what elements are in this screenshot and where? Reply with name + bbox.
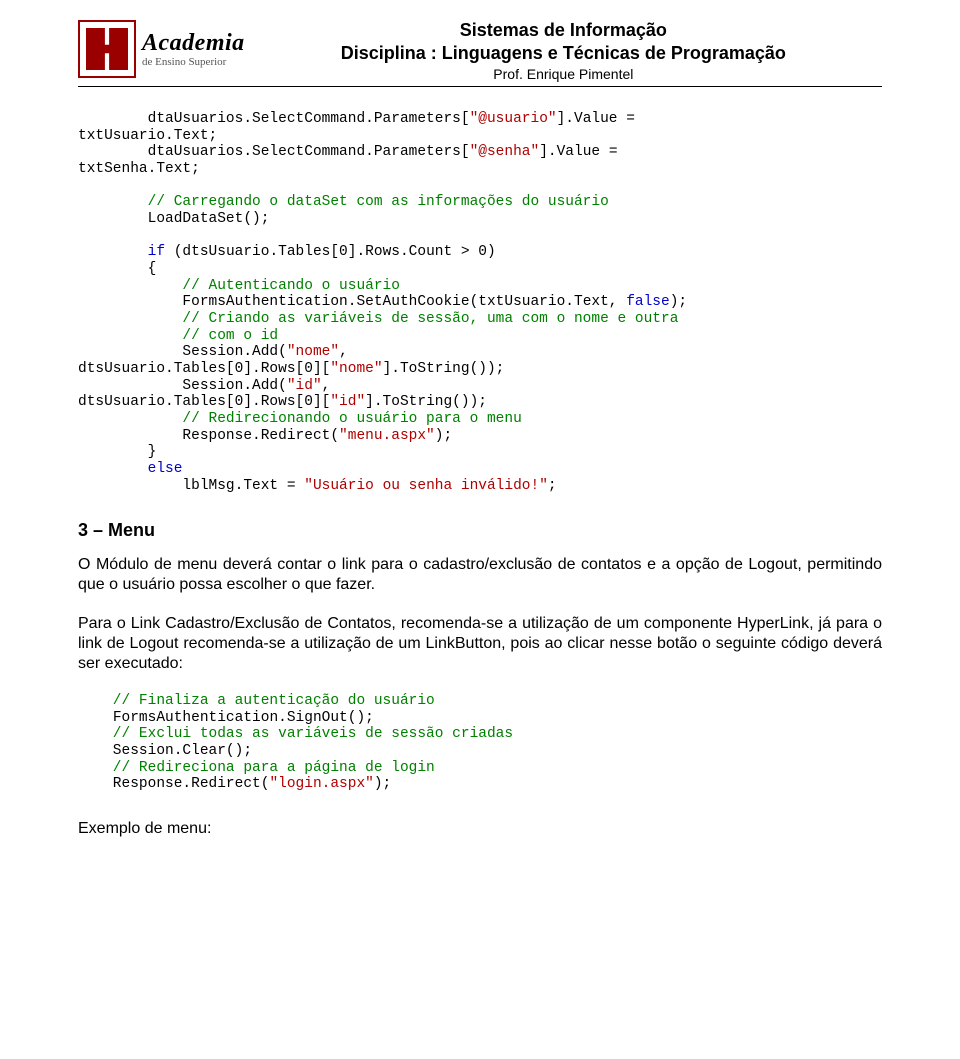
code-line: ; [548, 478, 557, 494]
logo-text: Academia de Ensino Superior [142, 31, 245, 68]
paragraph-1: O Módulo de menu deverá contar o link pa… [78, 555, 882, 594]
code-line: ].Value = [557, 111, 644, 127]
code-line: } [78, 444, 156, 460]
header-line2: Disciplina : Linguagens e Técnicas de Pr… [245, 43, 882, 64]
code-line: dtsUsuario.Tables[0].Rows[0][ [78, 394, 330, 410]
code-line: LoadDataSet(); [78, 211, 269, 227]
code-line: ); [435, 428, 452, 444]
code-keyword: if [148, 244, 165, 260]
code-line [78, 244, 148, 260]
code-line: Response.Redirect( [78, 428, 339, 444]
header-divider [78, 86, 882, 87]
code-line: ); [670, 294, 687, 310]
footer-label: Exemplo de menu: [78, 819, 882, 839]
code-type: FormsAuthentication [182, 294, 347, 310]
code-string: "Usuário ou senha inválido!" [304, 478, 548, 494]
code-line: , [322, 378, 339, 394]
paragraph-2: Para o Link Cadastro/Exclusão de Contato… [78, 614, 882, 673]
code-keyword: else [148, 461, 183, 477]
code-line: (dtsUsuario.Tables[0].Rows.Count > 0) [165, 244, 496, 260]
section-3-title: 3 – Menu [78, 520, 882, 541]
code-line: Response.Redirect( [78, 776, 269, 792]
code-line: dtaUsuarios.SelectCommand.Parameters[ [78, 111, 470, 127]
code-string: "nome" [330, 361, 382, 377]
code-line: txtSenha.Text; [78, 161, 200, 177]
code-line: lblMsg.Text = [78, 478, 304, 494]
code-line: ].ToString()); [383, 361, 505, 377]
code-line: dtaUsuarios.SelectCommand.Parameters[ [78, 144, 470, 160]
code-comment: // Finaliza a autenticação do usuário [78, 693, 435, 709]
code-string: "@senha" [470, 144, 540, 160]
code-line [78, 710, 113, 726]
code-string: "id" [330, 394, 365, 410]
code-comment: // com o id [78, 328, 278, 344]
code-line: Session.Add( [78, 344, 287, 360]
code-type: FormsAuthentication [113, 710, 278, 726]
page-root: Academia de Ensino Superior Sistemas de … [0, 0, 960, 879]
code-comment: // Autenticando o usuário [78, 278, 400, 294]
code-line: ].Value = [539, 144, 626, 160]
code-line [78, 461, 148, 477]
code-keyword: false [626, 294, 670, 310]
code-line: , [339, 344, 356, 360]
code-line: ); [374, 776, 391, 792]
code-comment: // Redireciona para a página de login [78, 760, 435, 776]
code-string: "id" [287, 378, 322, 394]
code-line [78, 294, 182, 310]
page-header: Academia de Ensino Superior Sistemas de … [78, 20, 882, 82]
code-line: .SignOut(); [278, 710, 374, 726]
code-block-1: dtaUsuarios.SelectCommand.Parameters["@u… [78, 111, 882, 494]
code-line: Session.Clear(); [78, 743, 252, 759]
code-comment: // Exclui todas as variáveis de sessão c… [78, 726, 513, 742]
code-string: "@usuario" [470, 111, 557, 127]
code-comment: // Criando as variáveis de sessão, uma c… [78, 311, 678, 327]
code-string: "nome" [287, 344, 339, 360]
code-string: "menu.aspx" [339, 428, 435, 444]
code-line: ].ToString()); [365, 394, 487, 410]
institution-logo: Academia de Ensino Superior [78, 20, 245, 78]
alpha-logo-icon [78, 20, 136, 78]
logo-subtitle: de Ensino Superior [142, 57, 245, 68]
code-comment: // Redirecionando o usuário para o menu [78, 411, 522, 427]
code-line: dtsUsuario.Tables[0].Rows[0][ [78, 361, 330, 377]
code-line: Session.Add( [78, 378, 287, 394]
code-line: txtUsuario.Text; [78, 128, 217, 144]
code-line: { [78, 261, 156, 277]
header-line3: Prof. Enrique Pimentel [245, 66, 882, 82]
code-comment: // Carregando o dataSet com as informaçõ… [78, 194, 609, 210]
logo-name: Academia [142, 31, 245, 55]
header-titles: Sistemas de Informação Disciplina : Ling… [245, 20, 882, 82]
header-line1: Sistemas de Informação [245, 20, 882, 41]
code-line: .SetAuthCookie(txtUsuario.Text, [348, 294, 626, 310]
code-string: "login.aspx" [269, 776, 373, 792]
code-block-2: // Finaliza a autenticação do usuário Fo… [78, 693, 882, 793]
